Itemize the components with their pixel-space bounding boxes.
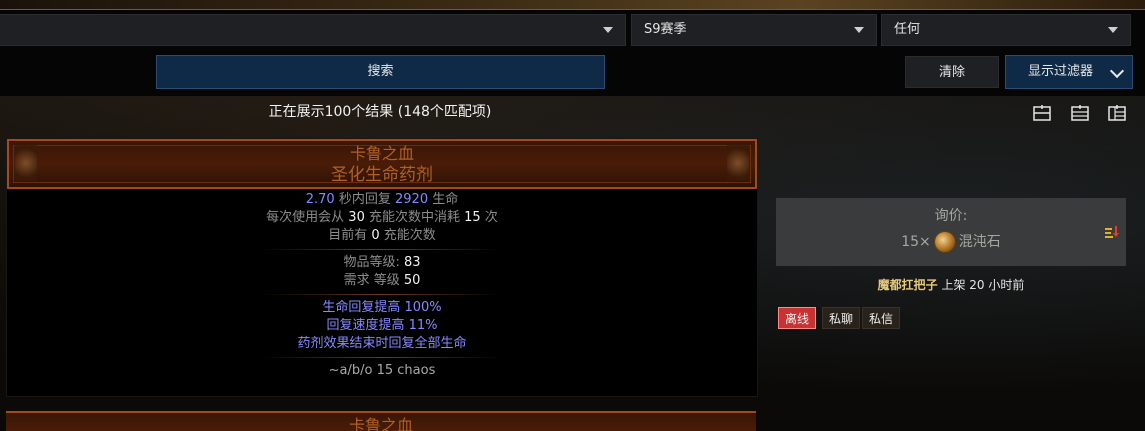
whisper-button[interactable]: 私聊 [822,307,861,329]
search-button[interactable]: 搜索 [156,55,605,89]
private-message-button[interactable]: 私信 [862,307,901,329]
separator [262,294,502,295]
status-select[interactable]: 任何 [881,14,1131,46]
next-item-name: 卡鲁之血 [348,416,413,431]
status-badge-offline: 离线 [778,307,817,329]
league-select-value: S9赛季 [644,22,687,37]
listed-time: 上架 20 小时前 [941,278,1025,292]
separator [262,357,502,358]
layout-list-icon[interactable] [1033,105,1051,121]
item-header: 卡鲁之血 圣化生命药剂 [7,139,757,189]
results-area: 正在展示100个结果 (148个匹配项) 卡鲁之血 圣化生命药剂 2.70 秒内… [0,96,1145,431]
price-currency: 混沌石 [958,234,1001,250]
top-banner-strip [0,0,1145,10]
price-label: 询价: [934,208,968,224]
property-charges-use: 每次使用会从 30 充能次数中消耗 15 次 [266,210,498,225]
item-note: ~a/b/o 15 chaos [328,363,436,378]
results-summary: 正在展示100个结果 (148个匹配项) [268,104,492,120]
separator [262,249,502,250]
mod-line: 回复速度提高 11% [326,318,438,333]
show-filters-button[interactable]: 显示过滤器 [1005,55,1133,89]
property-requirement: 需求 等级 50 [343,273,421,288]
item-base-type: 圣化生命药剂 [331,165,433,185]
action-bar: 搜索 清除 显示过滤器 [0,50,1145,96]
chevron-down-icon [1109,63,1125,79]
sort-icon[interactable] [1104,224,1120,240]
item-search-select[interactable] [0,14,626,46]
mod-line: 生命回复提高 100% [322,300,442,315]
item-card[interactable]: 卡鲁之血 圣化生命药剂 2.70 秒内回复 2920 生命 每次使用会从 30 … [6,138,758,397]
property-recover: 2.70 秒内回复 2920 生命 [305,192,459,207]
filter-bar: S9赛季 任何 [0,10,1145,50]
price-quantity: 15× [901,234,931,250]
chevron-down-icon [854,27,864,33]
chevron-down-icon [603,27,613,33]
seller-info: 魔都扛把子 上架 20 小时前 [776,276,1126,294]
mod-line: 药剂效果结束时回复全部生命 [297,336,467,351]
seller-name[interactable]: 魔都扛把子 [878,278,938,292]
item-properties: 2.70 秒内回复 2920 生命 每次使用会从 30 充能次数中消耗 15 次… [7,191,757,380]
item-name: 卡鲁之血 [349,144,414,163]
league-select[interactable]: S9赛季 [631,14,877,46]
property-charges-now: 目前有 0 充能次数 [328,228,436,243]
property-item-level: 物品等级: 83 [343,255,421,270]
status-select-value: 任何 [894,22,921,37]
next-item-card[interactable]: 卡鲁之血 [6,411,756,431]
show-filters-label: 显示过滤器 [1028,64,1094,79]
price-box: 询价: 15× 混沌石 [776,198,1126,266]
clear-button[interactable]: 清除 [905,56,999,88]
layout-compact-icon[interactable] [1071,105,1089,121]
chaos-orb-icon [933,231,956,253]
layout-grid-icon[interactable] [1108,105,1126,121]
chevron-down-icon [1108,27,1118,33]
price-line: 15× 混沌石 [776,231,1126,253]
